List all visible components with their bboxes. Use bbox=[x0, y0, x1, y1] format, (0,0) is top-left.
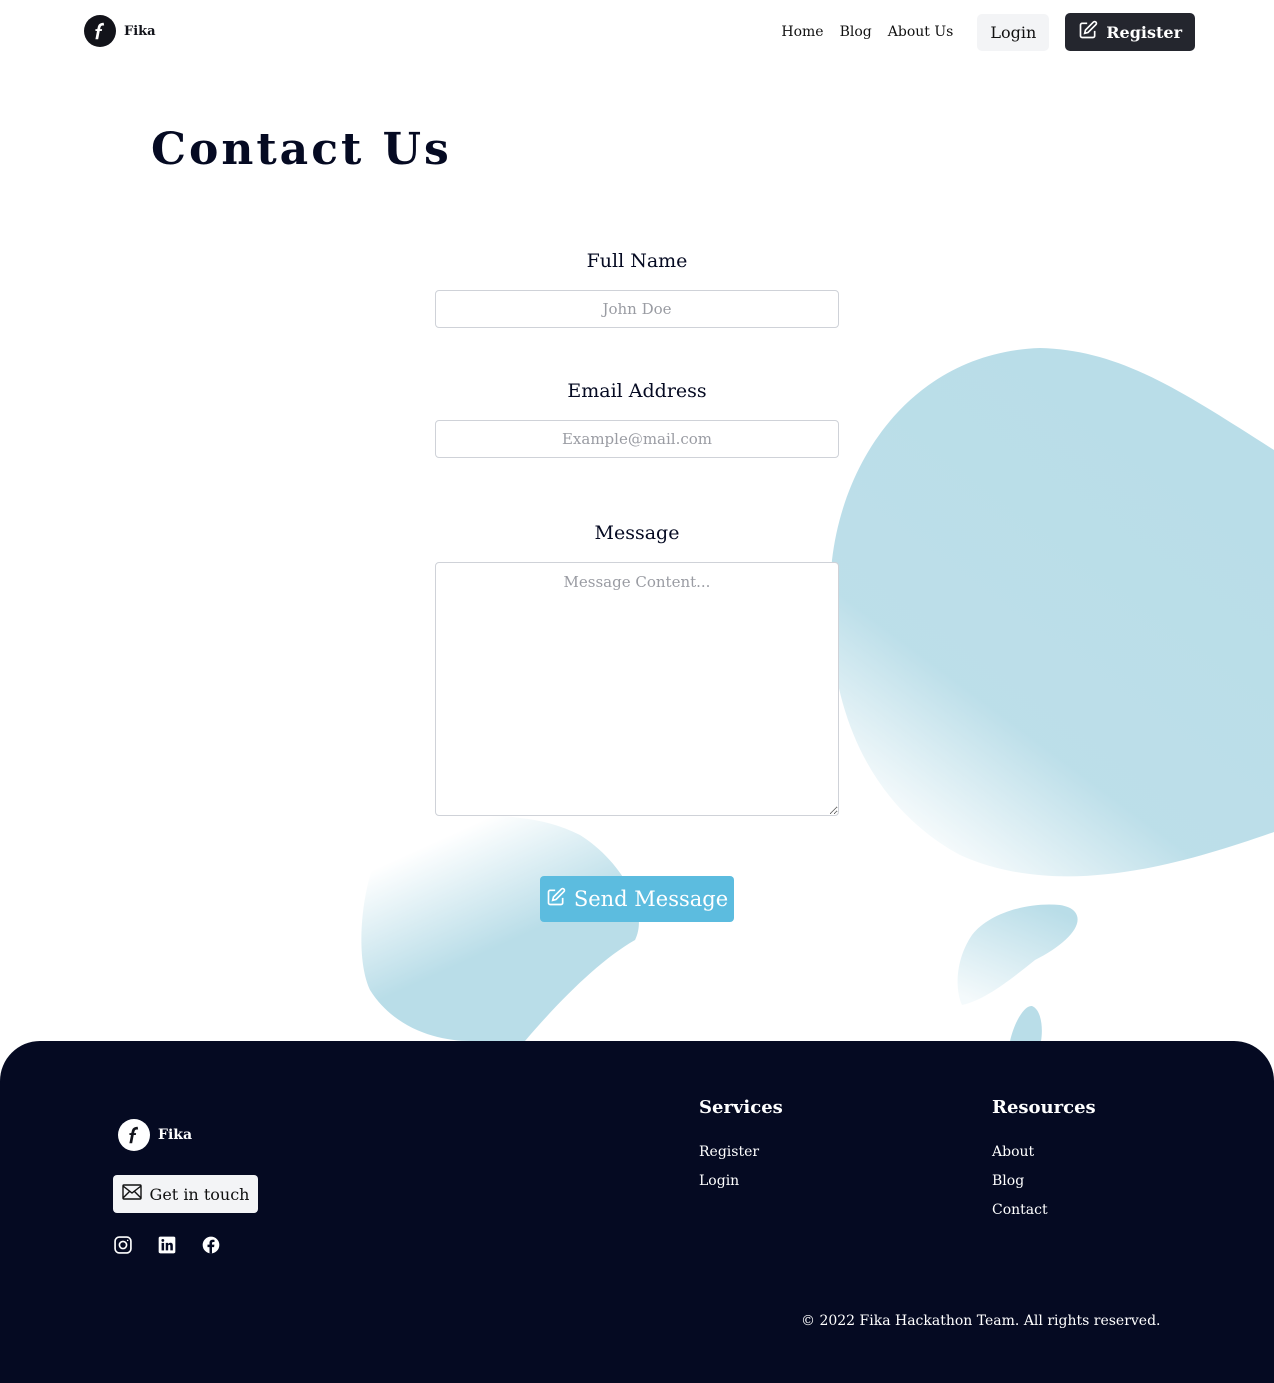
footer-brand-name: Fika bbox=[158, 1127, 193, 1143]
nav-link-blog[interactable]: Blog bbox=[840, 24, 872, 40]
services-title: Services bbox=[699, 1097, 783, 1118]
edit-icon bbox=[1078, 20, 1098, 44]
contact-form: Full Name Email Address Message bbox=[435, 250, 839, 816]
envelope-icon bbox=[121, 1184, 142, 1204]
main-nav: Home Blog About Us Login Register bbox=[781, 13, 1195, 51]
message-textarea[interactable] bbox=[435, 562, 839, 816]
linkedin-icon[interactable] bbox=[157, 1235, 177, 1255]
page-title: Contact Us bbox=[151, 124, 452, 175]
copyright-text: © 2022 Fika Hackathon Team. All rights r… bbox=[801, 1313, 1161, 1329]
footer-link-contact[interactable]: Contact bbox=[992, 1202, 1096, 1231]
message-label: Message bbox=[594, 522, 680, 544]
brand-name: Fika bbox=[124, 23, 156, 39]
edit-icon bbox=[546, 887, 566, 912]
register-button-label: Register bbox=[1106, 22, 1182, 42]
footer-link-blog[interactable]: Blog bbox=[992, 1173, 1096, 1202]
nav-link-home[interactable]: Home bbox=[781, 24, 823, 40]
mid-blob bbox=[361, 814, 639, 1041]
site-footer: Fika Get in touch Services Register Logi… bbox=[0, 1041, 1274, 1383]
social-links bbox=[113, 1235, 221, 1255]
large-blob bbox=[829, 348, 1274, 877]
footer-link-about[interactable]: About bbox=[992, 1144, 1096, 1173]
full-name-input[interactable] bbox=[435, 290, 839, 328]
send-message-button[interactable]: Send Message bbox=[540, 876, 734, 922]
facebook-icon[interactable] bbox=[201, 1235, 221, 1255]
brand-logo[interactable]: Fika bbox=[84, 15, 156, 47]
fika-logo-icon bbox=[84, 15, 116, 47]
site-header: Fika Home Blog About Us Login Register bbox=[0, 0, 1274, 64]
email-input[interactable] bbox=[435, 420, 839, 458]
resources-title: Resources bbox=[992, 1097, 1096, 1118]
email-label: Email Address bbox=[567, 380, 707, 402]
footer-services: Services Register Login bbox=[699, 1097, 783, 1202]
small-blob bbox=[957, 904, 1078, 1005]
footer-resources: Resources About Blog Contact bbox=[992, 1097, 1096, 1231]
instagram-icon[interactable] bbox=[113, 1235, 133, 1255]
login-button[interactable]: Login bbox=[977, 13, 1050, 51]
nav-link-about-us[interactable]: About Us bbox=[888, 24, 954, 40]
get-in-touch-label: Get in touch bbox=[149, 1184, 250, 1204]
fika-logo-icon bbox=[118, 1119, 150, 1151]
footer-link-login[interactable]: Login bbox=[699, 1173, 783, 1202]
footer-link-register[interactable]: Register bbox=[699, 1144, 783, 1173]
full-name-label: Full Name bbox=[586, 250, 688, 272]
footer-brand[interactable]: Fika bbox=[118, 1119, 192, 1151]
register-button[interactable]: Register bbox=[1065, 13, 1195, 51]
send-message-label: Send Message bbox=[573, 887, 729, 911]
login-button-label: Login bbox=[990, 22, 1037, 42]
drop-blob bbox=[1010, 1005, 1042, 1041]
get-in-touch-button[interactable]: Get in touch bbox=[113, 1175, 258, 1213]
